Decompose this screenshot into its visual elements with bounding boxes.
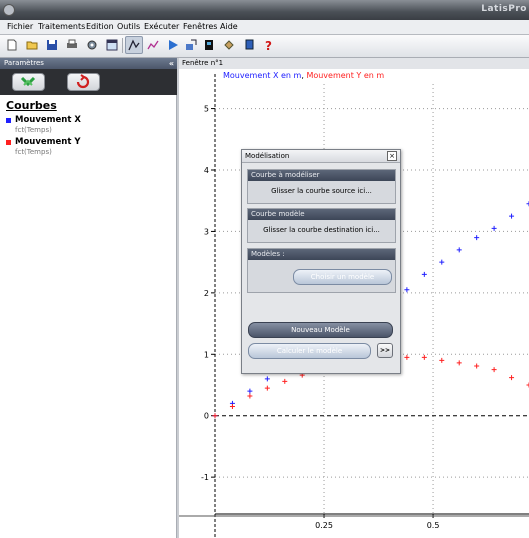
window-title: LatisPro xyxy=(481,4,527,14)
x-tick-label: 0.5 xyxy=(427,521,440,530)
source-curve-group: Courbe à modéliser Glisser la courbe sou… xyxy=(247,169,396,204)
data-point-mouvement-x xyxy=(247,388,253,394)
curves-section-title: Courbes xyxy=(6,99,57,112)
data-point-mouvement-y xyxy=(212,413,218,419)
y-tick-label: 4 xyxy=(204,166,209,175)
parameters-panel-header: Paramètres « xyxy=(0,58,177,69)
data-point-mouvement-y xyxy=(491,367,497,373)
data-point-mouvement-x xyxy=(474,235,480,241)
dialog-close-button[interactable]: × xyxy=(387,151,397,161)
y-tick-label: 2 xyxy=(204,289,209,298)
menu-fichier[interactable]: Fichier xyxy=(7,22,33,31)
data-point-mouvement-y xyxy=(264,385,270,391)
y-tick-label: 1 xyxy=(204,350,209,359)
more-options-button[interactable]: >> xyxy=(377,343,393,358)
data-point-mouvement-y xyxy=(282,378,288,384)
dialog-titlebar[interactable]: Modélisation × xyxy=(242,150,400,163)
models-group: Modèles : Choisir un modèle xyxy=(247,248,396,293)
data-point-mouvement-x xyxy=(456,247,462,253)
data-point-mouvement-x xyxy=(491,225,497,231)
model-curve-dropzone[interactable]: Glisser la courbe destination ici... xyxy=(248,226,395,234)
parameters-toolbar xyxy=(0,69,177,95)
play-icon[interactable] xyxy=(165,37,181,53)
x-tick-label: 0.25 xyxy=(315,521,333,530)
menu-bar: Fichier Traitements Edition Outils Exécu… xyxy=(0,20,529,35)
export-icon[interactable] xyxy=(183,37,199,53)
parameters-title: Paramètres xyxy=(4,59,44,67)
curve-function: fct(Temps) xyxy=(15,148,52,156)
data-point-mouvement-y xyxy=(474,363,480,369)
data-point-mouvement-y xyxy=(421,354,427,360)
new-model-button[interactable]: Nouveau Modèle xyxy=(248,322,393,338)
save-icon[interactable] xyxy=(44,37,60,53)
data-point-mouvement-x xyxy=(264,376,270,382)
title-bar: LatisPro xyxy=(0,0,529,20)
data-point-mouvement-x xyxy=(421,271,427,277)
data-point-mouvement-y xyxy=(404,354,410,360)
source-curve-header: Courbe à modéliser xyxy=(248,170,395,181)
data-point-mouvement-y xyxy=(229,404,235,409)
compute-model-button[interactable]: Calculer le modèle xyxy=(248,343,371,359)
dialog-title: Modélisation xyxy=(245,152,290,160)
curve-color-swatch xyxy=(6,118,11,123)
window-icon[interactable] xyxy=(104,37,120,53)
print-icon[interactable] xyxy=(64,37,80,53)
parameters-panel: Courbes Mouvement X fct(Temps) Mouvement… xyxy=(0,95,177,538)
curve-name: Mouvement Y xyxy=(15,137,81,147)
data-point-mouvement-y xyxy=(439,357,445,363)
device-icon[interactable] xyxy=(201,37,217,53)
curve-icon[interactable] xyxy=(125,36,143,54)
expand-curves-button[interactable] xyxy=(12,73,45,91)
svg-text:?: ? xyxy=(265,39,272,51)
menu-executer[interactable]: Exécuter xyxy=(144,22,179,31)
undo-curve-button[interactable] xyxy=(67,73,100,91)
curve-function: fct(Temps) xyxy=(15,126,52,134)
copy-icon[interactable] xyxy=(241,37,257,53)
data-point-mouvement-x xyxy=(404,287,410,293)
menu-traitements[interactable]: Traitements xyxy=(38,22,85,31)
data-point-mouvement-y xyxy=(456,360,462,366)
y-tick-label: 0 xyxy=(204,412,209,421)
source-curve-dropzone[interactable]: Glisser la courbe source ici... xyxy=(248,187,395,195)
curve-name: Mouvement X xyxy=(15,115,81,125)
menu-aide[interactable]: Aide xyxy=(220,22,238,31)
legend-mouvement-y: Mouvement Y en m xyxy=(306,71,385,80)
models-label: Modèles : xyxy=(251,250,285,258)
menu-fenetres[interactable]: Fenêtres xyxy=(183,22,217,31)
data-point-mouvement-y xyxy=(247,393,253,399)
choose-model-button[interactable]: Choisir un modèle xyxy=(293,269,392,285)
new-file-icon[interactable] xyxy=(4,37,20,53)
source-curve-label: Courbe à modéliser xyxy=(251,171,320,179)
calculator-icon[interactable] xyxy=(221,37,237,53)
y-tick-label: -1 xyxy=(201,473,209,482)
toolbar: ? xyxy=(0,35,529,58)
models-header: Modèles : xyxy=(248,249,395,260)
data-point-mouvement-x xyxy=(439,259,445,265)
modelisation-dialog: Modélisation × Courbe à modéliser Glisse… xyxy=(241,149,401,374)
curve-edit-icon[interactable] xyxy=(145,37,161,53)
chart-legend: Mouvement X en m, Mouvement Y en m xyxy=(223,71,385,80)
open-folder-icon[interactable] xyxy=(24,37,40,53)
data-point-mouvement-y xyxy=(509,375,515,381)
y-tick-label: 5 xyxy=(204,105,209,114)
model-curve-label: Courbe modèle xyxy=(251,210,305,218)
help-icon[interactable]: ? xyxy=(261,37,277,53)
legend-mouvement-x: Mouvement X en m xyxy=(223,71,302,80)
graph-window-title: Fenêtre n°1 xyxy=(182,59,224,67)
app-icon[interactable] xyxy=(3,4,15,16)
settings-gear-icon[interactable] xyxy=(84,37,100,53)
menu-edition[interactable]: Edition xyxy=(86,22,114,31)
curve-color-swatch xyxy=(6,140,11,145)
menu-outils[interactable]: Outils xyxy=(117,22,140,31)
y-tick-label: 3 xyxy=(204,227,209,236)
data-point-mouvement-x xyxy=(509,213,515,219)
model-curve-group: Courbe modèle Glisser la courbe destinat… xyxy=(247,208,396,243)
collapse-panel-icon[interactable]: « xyxy=(169,59,174,68)
model-curve-header: Courbe modèle xyxy=(248,209,395,220)
